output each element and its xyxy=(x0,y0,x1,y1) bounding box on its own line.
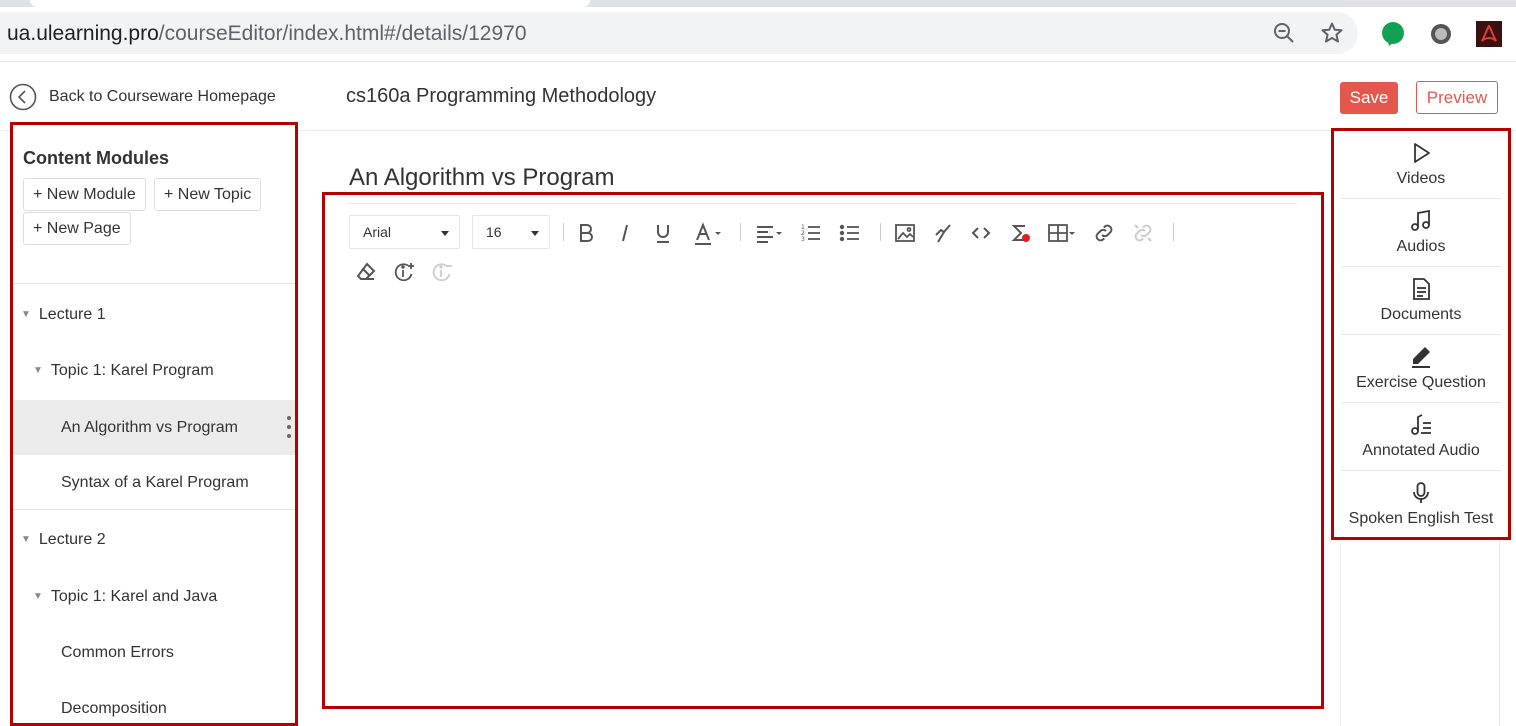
underline-icon[interactable] xyxy=(651,221,675,245)
save-button[interactable]: Save xyxy=(1340,82,1398,114)
microphone-icon xyxy=(1413,482,1429,503)
new-page-button[interactable]: + New Page xyxy=(23,212,131,245)
code-icon[interactable] xyxy=(969,221,993,245)
table-icon[interactable] xyxy=(1047,221,1077,245)
caret-down-icon[interactable]: ▼ xyxy=(21,309,31,320)
tab-strip xyxy=(0,0,1516,7)
back-to-homepage-link[interactable]: Back to Courseware Homepage xyxy=(9,82,276,112)
tree-item-lecture-2[interactable]: ▼ Lecture 2 xyxy=(13,512,295,567)
resources-panel-gutter xyxy=(1340,540,1500,726)
tree-item-label: Common Errors xyxy=(61,643,174,661)
font-size-value: 16 xyxy=(486,224,502,240)
tree-item-label: Decomposition xyxy=(61,699,167,717)
annotated-audio-button[interactable]: Annotated Audio xyxy=(1341,403,1501,471)
resources-panel: Videos Audios Documents Exercise Questio… xyxy=(1331,128,1511,540)
circle-extension-icon[interactable] xyxy=(1428,21,1454,47)
tree-item-label: Topic 1: Karel Program xyxy=(50,361,214,379)
insert-info-icon[interactable] xyxy=(392,260,416,284)
back-label: Back to Courseware Homepage xyxy=(49,88,276,105)
page-title[interactable]: An Algorithm vs Program xyxy=(349,164,614,192)
pencil-icon xyxy=(1412,347,1430,368)
font-size-select[interactable]: 16 xyxy=(472,215,550,249)
new-topic-button[interactable]: + New Topic xyxy=(154,178,262,211)
bullet-list-icon[interactable] xyxy=(838,221,862,245)
music-note-icon xyxy=(1411,210,1430,231)
videos-label: Videos xyxy=(1396,170,1446,187)
videos-button[interactable]: Videos xyxy=(1341,131,1501,199)
url-path: /courseEditor/index.html#/details/12970 xyxy=(158,22,527,45)
eraser-icon[interactable] xyxy=(354,260,378,284)
pdf-extension-icon[interactable] xyxy=(1476,21,1502,47)
document-icon xyxy=(1413,278,1430,300)
back-circle-icon xyxy=(9,83,37,111)
url-host: ua.ulearning.pro xyxy=(7,22,159,45)
clear-format-icon[interactable] xyxy=(1008,221,1032,245)
audios-label: Audios xyxy=(1396,238,1446,255)
new-module-button[interactable]: + New Module xyxy=(23,178,146,211)
unlink-icon xyxy=(1131,221,1155,245)
tree-item-syntax-karel-program[interactable]: Syntax of a Karel Program xyxy=(13,455,295,510)
tree-item-common-errors[interactable]: Common Errors xyxy=(13,625,295,680)
annotated-audio-icon xyxy=(1411,414,1431,435)
ordered-list-icon[interactable]: 123 xyxy=(799,221,823,245)
caret-down-icon[interactable]: ▼ xyxy=(33,365,43,376)
tree-item-label: Syntax of a Karel Program xyxy=(61,473,249,491)
dropdown-arrow-icon xyxy=(441,231,449,236)
editor-top-rule xyxy=(347,203,1297,204)
toolbar-separator xyxy=(1173,223,1174,241)
documents-button[interactable]: Documents xyxy=(1341,267,1501,335)
caret-down-icon[interactable]: ▼ xyxy=(21,534,31,545)
rich-text-editor[interactable]: Arial 16 123 xyxy=(322,192,1324,709)
font-family-value: Arial xyxy=(363,224,392,240)
caret-down-icon[interactable]: ▼ xyxy=(33,591,43,602)
exercise-question-button[interactable]: Exercise Question xyxy=(1341,335,1501,403)
exercise-question-label: Exercise Question xyxy=(1356,374,1486,391)
tree-item-label: Lecture 1 xyxy=(38,305,106,323)
course-title: cs160a Programming Methodology xyxy=(346,85,657,107)
preview-button[interactable]: Preview xyxy=(1416,81,1498,114)
image-icon[interactable] xyxy=(893,221,917,245)
audios-button[interactable]: Audios xyxy=(1341,199,1501,267)
toolbar-separator xyxy=(563,223,564,241)
bookmark-star-icon[interactable] xyxy=(1320,21,1344,45)
dropdown-arrow-icon xyxy=(531,231,539,236)
font-family-select[interactable]: Arial xyxy=(349,215,460,249)
annotated-audio-label: Annotated Audio xyxy=(1362,442,1480,459)
formula-icon[interactable] xyxy=(931,221,955,245)
documents-label: Documents xyxy=(1380,306,1462,323)
tree-item-topic-karel-and-java[interactable]: ▼ Topic 1: Karel and Java xyxy=(13,569,295,624)
browser-chrome: ua.ulearning.pro/courseEditor/index.html… xyxy=(0,0,1516,62)
chat-extension-icon[interactable] xyxy=(1380,21,1406,47)
toolbar-separator xyxy=(880,223,881,241)
tree-item-label: Topic 1: Karel and Java xyxy=(50,587,218,605)
tree-item-label: An Algorithm vs Program xyxy=(61,418,238,436)
tree-item-label: Lecture 2 xyxy=(38,530,106,548)
divider xyxy=(13,509,295,510)
play-icon xyxy=(1414,143,1430,163)
align-icon[interactable] xyxy=(754,221,784,245)
tree-item-lecture-1[interactable]: ▼ Lecture 1 xyxy=(13,287,295,342)
remove-info-icon xyxy=(430,260,454,284)
tree-item-topic-karel-program[interactable]: ▼ Topic 1: Karel Program xyxy=(13,343,295,398)
spoken-english-test-button[interactable]: Spoken English Test xyxy=(1341,471,1501,539)
bold-icon[interactable] xyxy=(574,221,598,245)
link-icon[interactable] xyxy=(1092,221,1116,245)
zoom-out-icon[interactable] xyxy=(1272,21,1296,45)
editor-header: Back to Courseware Homepage cs160a Progr… xyxy=(0,62,1516,131)
address-bar[interactable]: ua.ulearning.pro/courseEditor/index.html… xyxy=(0,12,1358,54)
italic-icon[interactable] xyxy=(613,221,637,245)
font-color-icon[interactable] xyxy=(693,221,723,245)
tree-item-algorithm-vs-program[interactable]: An Algorithm vs Program xyxy=(13,400,295,455)
content-modules-title: Content Modules xyxy=(23,148,169,168)
svg-text:3: 3 xyxy=(801,236,805,243)
toolbar-separator xyxy=(740,223,741,241)
spoken-english-test-label: Spoken English Test xyxy=(1348,510,1494,527)
active-tab[interactable] xyxy=(30,0,590,7)
content-modules-panel: Content Modules + New Module + New Topic… xyxy=(10,122,298,726)
tree-item-decomposition[interactable]: Decomposition xyxy=(13,681,295,723)
divider xyxy=(13,283,295,284)
more-options-icon[interactable] xyxy=(286,416,292,438)
url-text[interactable]: ua.ulearning.pro/courseEditor/index.html… xyxy=(7,22,527,46)
